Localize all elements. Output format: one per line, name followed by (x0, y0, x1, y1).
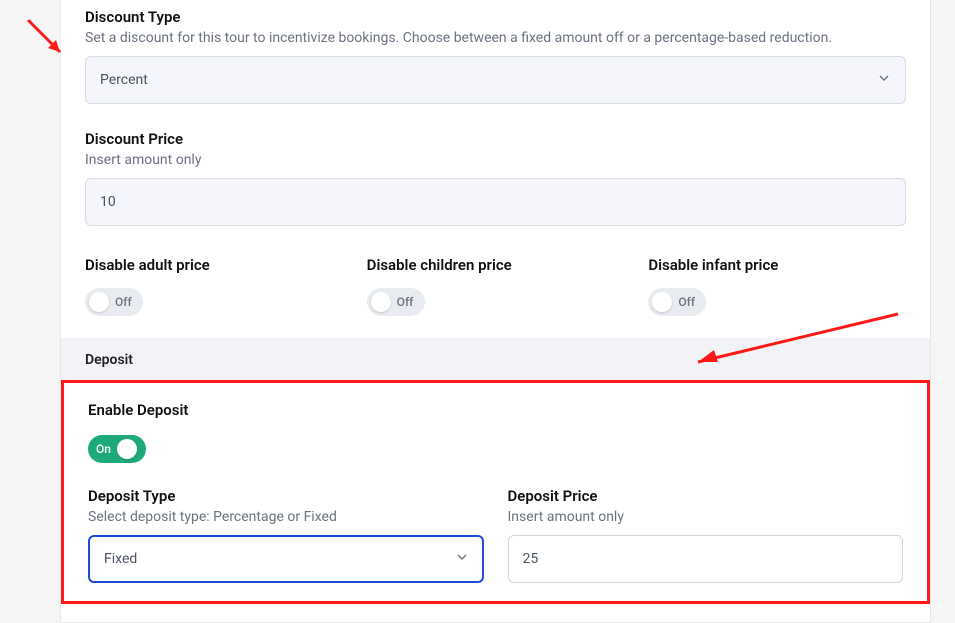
deposit-type-select[interactable]: Fixed (88, 535, 484, 583)
toggle-state-label: Off (678, 295, 695, 309)
disable-infant-label: Disable infant price (648, 256, 906, 274)
toggle-knob (89, 292, 109, 312)
disable-children-label: Disable children price (367, 256, 625, 274)
toggle-state-label: On (92, 442, 111, 456)
discount-type-label: Discount Type (85, 8, 906, 26)
discount-type-select[interactable]: Percent (85, 56, 906, 104)
discount-type-help: Set a discount for this tour to incentiv… (85, 30, 906, 46)
annotation-arrow-1 (26, 18, 66, 58)
disable-adult-toggle[interactable]: Off (85, 288, 143, 316)
toggle-knob (371, 292, 391, 312)
toggle-knob (652, 292, 672, 312)
deposit-type-help: Select deposit type: Percentage or Fixed (88, 509, 484, 525)
toggle-state-label: Off (115, 295, 132, 309)
toggle-state-label: Off (397, 295, 414, 309)
deposit-price-help: Insert amount only (508, 509, 904, 525)
discount-price-help: Insert amount only (85, 152, 906, 168)
annotation-arrow-2 (688, 310, 904, 370)
deposit-price-input[interactable] (508, 535, 904, 583)
discount-price-label: Discount Price (85, 130, 906, 148)
deposit-price-label: Deposit Price (508, 487, 904, 505)
disable-adult-label: Disable adult price (85, 256, 343, 274)
discount-type-value: Percent (100, 72, 148, 88)
deposit-type-value: Fixed (104, 551, 137, 567)
discount-price-input[interactable] (85, 178, 906, 226)
deposit-type-label: Deposit Type (88, 487, 484, 505)
enable-deposit-label: Enable Deposit (88, 401, 903, 419)
deposit-highlight-box: Enable Deposit On Deposit Type Select de… (61, 380, 930, 604)
enable-deposit-toggle[interactable]: On (88, 435, 146, 463)
disable-children-toggle[interactable]: Off (367, 288, 425, 316)
toggle-knob (117, 439, 137, 459)
